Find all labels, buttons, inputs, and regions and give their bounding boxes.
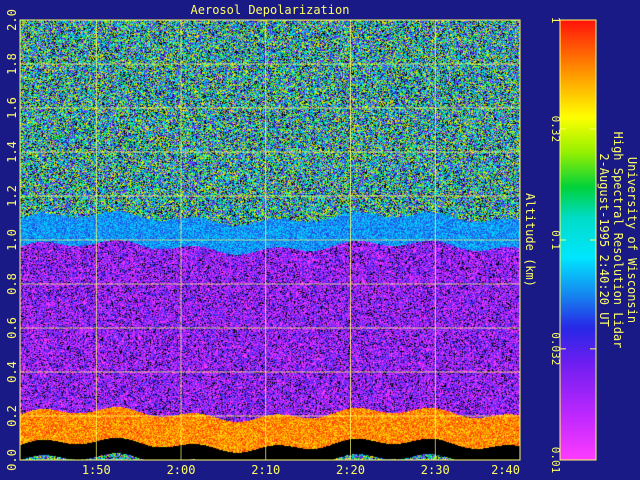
y-tick-label: 1.0	[5, 229, 19, 251]
y-tick-label: 0.6	[5, 317, 19, 339]
y-tick-label: 1.4	[5, 141, 19, 163]
colorbar-tick-label: 0.032	[549, 332, 562, 365]
annotation-line-3: 2-August-1995 2:40:20 UT	[597, 153, 611, 326]
y-tick-label: 0.0	[5, 449, 19, 471]
chart-title: Aerosol Depolarization	[191, 3, 350, 17]
x-tick-label: 2:00	[167, 463, 196, 477]
y-tick-label: 0.2	[5, 405, 19, 427]
x-tick-label: 2:10	[251, 463, 280, 477]
y-tick-label: 1.8	[5, 53, 19, 75]
x-tick-label: 2:20	[336, 463, 365, 477]
annotation-line-1: University of Wisconsin	[625, 157, 639, 323]
y-tick-label: 1.6	[5, 97, 19, 119]
y-tick-label: 2.0	[5, 9, 19, 31]
colorbar-tick-label: 0.01	[549, 447, 562, 474]
colorbar-tick-label: 0.32	[549, 116, 562, 143]
x-tick-label: 2:40	[491, 463, 520, 477]
colorbar-tick-label: 1	[549, 17, 562, 24]
x-tick-label: 2:30	[421, 463, 450, 477]
y-tick-label: 1.2	[5, 185, 19, 207]
y-axis-label: Altitude (km)	[523, 193, 537, 287]
y-tick-label: 0.8	[5, 273, 19, 295]
x-tick-label: 1:50	[82, 463, 111, 477]
lidar-figure: Aerosol Depolarization 0.0 0.2 0.4 0.6 0.8 1.…	[0, 0, 640, 480]
y-tick-label: 0.4	[5, 361, 19, 383]
annotation-line-2: High Spectral Resolution Lidar	[611, 132, 625, 349]
colorbar-tick-label: 0.1	[549, 230, 562, 250]
